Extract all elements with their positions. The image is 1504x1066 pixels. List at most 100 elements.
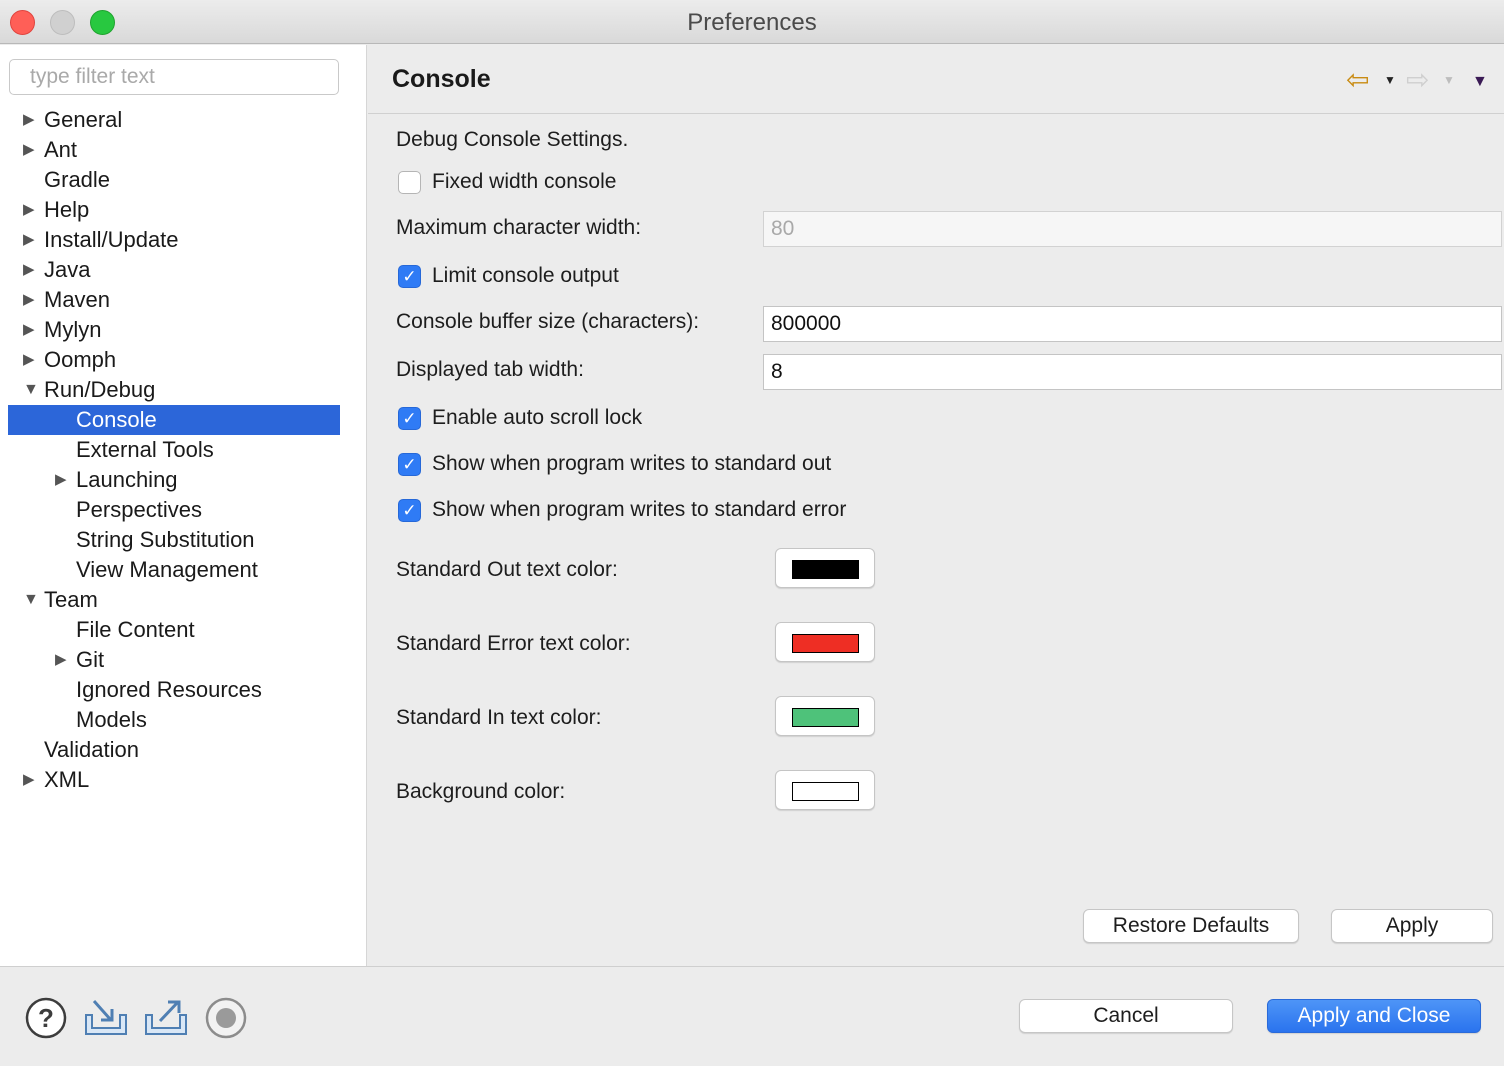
- help-icon[interactable]: ?: [24, 996, 68, 1040]
- tree-item-string-substitution[interactable]: String Substitution: [0, 525, 367, 555]
- forward-history-dropdown-icon[interactable]: ▼: [1443, 73, 1455, 87]
- tree-item-file-content[interactable]: File Content: [0, 615, 367, 645]
- tree-collapsed-icon[interactable]: ▶: [23, 315, 39, 345]
- tree-item-gradle[interactable]: Gradle: [0, 165, 367, 195]
- show-stderr-checkbox[interactable]: ✓: [398, 499, 421, 522]
- svg-text:?: ?: [38, 1003, 54, 1033]
- tree-collapsed-icon[interactable]: ▶: [23, 195, 39, 225]
- dialog-footer: ? Cancel Apply and Close: [0, 966, 1504, 1066]
- tree-item-label: View Management: [76, 557, 258, 582]
- tree-item-oomph[interactable]: ▶ Oomph: [0, 345, 367, 375]
- tree-item-external-tools[interactable]: External Tools: [0, 435, 367, 465]
- tree-item-run-debug[interactable]: ▼ Run/Debug: [0, 375, 367, 405]
- auto-scroll-lock-label: Enable auto scroll lock: [432, 406, 643, 429]
- tree-item-label: General: [44, 107, 123, 132]
- filter-input[interactable]: [9, 59, 339, 95]
- stdin-color-swatch: [792, 708, 859, 727]
- buffer-size-field[interactable]: [763, 306, 1502, 342]
- tree-collapsed-icon[interactable]: ▶: [23, 285, 39, 315]
- tree-item-label: Ignored Resources: [76, 677, 262, 702]
- tree-item-label: Mylyn: [44, 317, 102, 342]
- tree-item-label: Console: [76, 407, 157, 432]
- preferences-tree-panel: ▶General▶AntGradle▶Help▶Install/Update▶J…: [0, 45, 367, 966]
- apply-button[interactable]: Apply: [1331, 909, 1493, 943]
- tree-collapsed-icon[interactable]: ▶: [23, 105, 39, 135]
- title-bar: Preferences: [0, 0, 1504, 44]
- view-menu-icon[interactable]: ▼: [1472, 73, 1488, 91]
- tree-collapsed-icon[interactable]: ▶: [55, 645, 71, 675]
- tree-item-label: Launching: [76, 467, 178, 492]
- max-char-width-label: Maximum character width:: [396, 216, 642, 239]
- tree-item-label: File Content: [76, 617, 195, 642]
- show-stdout-label: Show when program writes to standard out: [432, 452, 832, 475]
- tree-item-label: Perspectives: [76, 497, 202, 522]
- background-color-swatch: [792, 782, 859, 801]
- tree-item-mylyn[interactable]: ▶ Mylyn: [0, 315, 367, 345]
- tree-item-ant[interactable]: ▶ Ant: [0, 135, 367, 165]
- tree-expanded-icon[interactable]: ▼: [23, 585, 39, 615]
- stdin-color-button[interactable]: [775, 696, 875, 736]
- tree-item-install-update[interactable]: ▶ Install/Update: [0, 225, 367, 255]
- tree-item-label: Ant: [44, 137, 78, 162]
- tree-item-team[interactable]: ▼ Team: [0, 585, 367, 615]
- tree-item-general[interactable]: ▶ General: [0, 105, 367, 135]
- tree-item-maven[interactable]: ▶ Maven: [0, 285, 367, 315]
- back-history-dropdown-icon[interactable]: ▼: [1384, 73, 1396, 87]
- tree-item-label: Oomph: [44, 347, 117, 372]
- tree-item-view-management[interactable]: View Management: [0, 555, 367, 585]
- stderr-color-button[interactable]: [775, 622, 875, 662]
- forward-arrow-icon[interactable]: ⇨: [1406, 63, 1429, 96]
- export-icon[interactable]: [144, 997, 188, 1037]
- tree-item-ignored-resources[interactable]: Ignored Resources: [0, 675, 367, 705]
- stdin-color-label: Standard In text color:: [396, 706, 602, 729]
- tree-item-label: Team: [44, 587, 98, 612]
- tree-item-launching[interactable]: ▶ Launching: [0, 465, 367, 495]
- record-icon[interactable]: [204, 996, 248, 1040]
- buffer-size-label: Console buffer size (characters):: [396, 310, 700, 333]
- tab-width-label: Displayed tab width:: [396, 358, 584, 381]
- tree-collapsed-icon[interactable]: ▶: [23, 255, 39, 285]
- stdout-color-button[interactable]: [775, 548, 875, 588]
- tree-item-label: Install/Update: [44, 227, 179, 252]
- tree-item-label: Java: [44, 257, 91, 282]
- import-icon[interactable]: [84, 997, 128, 1037]
- back-arrow-icon[interactable]: ⇦: [1346, 63, 1369, 96]
- tree-collapsed-icon[interactable]: ▶: [23, 345, 39, 375]
- stderr-color-label: Standard Error text color:: [396, 632, 631, 655]
- fixed-width-label: Fixed width console: [432, 170, 617, 193]
- tab-width-field[interactable]: [763, 354, 1502, 390]
- window-title: Preferences: [687, 9, 817, 36]
- apply-and-close-button[interactable]: Apply and Close: [1267, 999, 1481, 1033]
- tree-collapsed-icon[interactable]: ▶: [55, 465, 71, 495]
- show-stderr-label: Show when program writes to standard err…: [432, 498, 847, 521]
- tree-item-perspectives[interactable]: Perspectives: [0, 495, 367, 525]
- tree-item-git[interactable]: ▶ Git: [0, 645, 367, 675]
- auto-scroll-lock-checkbox[interactable]: ✓: [398, 407, 421, 430]
- limit-output-checkbox[interactable]: ✓: [398, 265, 421, 288]
- background-color-button[interactable]: [775, 770, 875, 810]
- tree-item-models[interactable]: Models: [0, 705, 367, 735]
- tree-item-help[interactable]: ▶ Help: [0, 195, 367, 225]
- max-char-width-field[interactable]: [763, 211, 1502, 247]
- tree-item-label: External Tools: [76, 437, 214, 462]
- tree-expanded-icon[interactable]: ▼: [23, 375, 39, 405]
- tree-item-label: Help: [44, 197, 90, 222]
- tree-collapsed-icon[interactable]: ▶: [23, 135, 39, 165]
- tree-item-java[interactable]: ▶ Java: [0, 255, 367, 285]
- background-color-label: Background color:: [396, 780, 566, 803]
- fixed-width-checkbox[interactable]: [398, 171, 421, 194]
- tree-item-console[interactable]: Console: [8, 405, 340, 435]
- tree-item-label: Run/Debug: [44, 377, 156, 402]
- tree-collapsed-icon[interactable]: ▶: [23, 765, 39, 795]
- page-title: Console: [392, 65, 491, 93]
- tree-item-label: Maven: [44, 287, 111, 312]
- cancel-button[interactable]: Cancel: [1019, 999, 1233, 1033]
- stdout-color-swatch: [792, 560, 859, 579]
- tree-item-validation[interactable]: Validation: [0, 735, 367, 765]
- tree-item-label: Git: [76, 647, 105, 672]
- tree-item-label: Gradle: [44, 167, 111, 192]
- restore-defaults-button[interactable]: Restore Defaults: [1083, 909, 1299, 943]
- tree-item-xml[interactable]: ▶ XML: [0, 765, 367, 795]
- tree-collapsed-icon[interactable]: ▶: [23, 225, 39, 255]
- show-stdout-checkbox[interactable]: ✓: [398, 453, 421, 476]
